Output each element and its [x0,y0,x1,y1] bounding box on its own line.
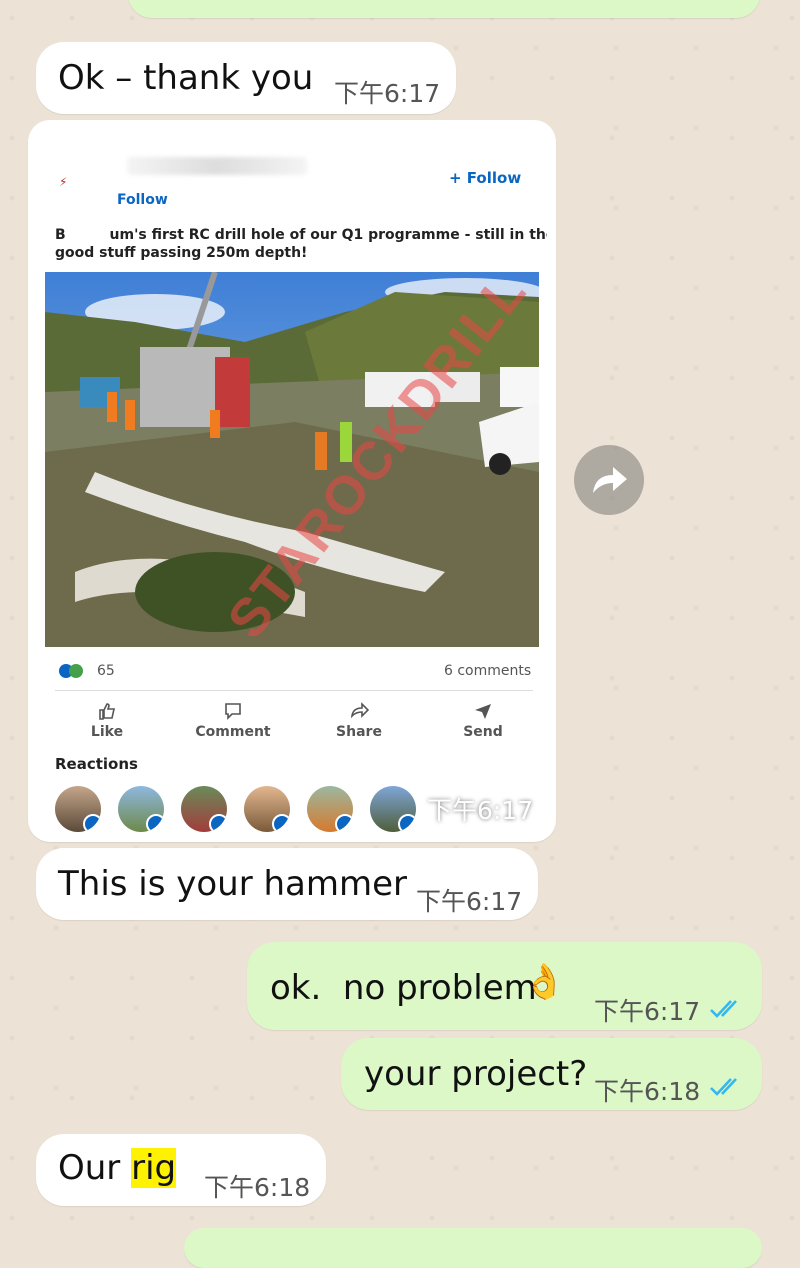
forward-arrow-icon [593,467,627,493]
thumbs-up-icon [99,703,115,720]
outgoing-message-bubble[interactable]: your project? 下午6:18 [341,1038,762,1110]
message-text-part: Our [58,1148,132,1188]
comment-button[interactable]: Comment [193,702,273,740]
next-message-bubble[interactable] [184,1228,762,1268]
message-time: 下午6:18 [594,1077,701,1106]
ok-hand-emoji: 👌 [523,962,566,1002]
share-button[interactable]: Share [319,702,399,740]
image-message-time: 下午6:17 [427,796,534,825]
message-text: This is your hammer [58,864,408,904]
like-label: Like [90,724,124,740]
reactor-avatar[interactable] [55,786,101,832]
forward-button[interactable] [574,445,644,515]
company-logo: ⚡ [59,175,68,189]
follow-button[interactable]: + Follow [449,169,521,187]
actions-divider [55,690,533,691]
incoming-message-bubble[interactable]: Ok – thank you 下午6:17 [36,42,456,114]
message-text: ok. no problem [270,968,537,1008]
highlighted-word: rig [131,1148,177,1188]
linkedin-post-screenshot[interactable]: ⚡ Follow + Follow B um's first RC drill … [37,137,547,837]
send-button[interactable]: Send [443,702,523,740]
message-text: your project? [364,1054,588,1094]
share-arrow-icon [350,702,369,719]
read-ticks-icon [710,1000,737,1018]
comments-count[interactable]: 6 comments [444,663,531,679]
message-text: Ok – thank you [58,58,314,98]
send-label: Send [463,724,503,740]
reaction-icons [59,664,91,680]
reactor-avatar[interactable] [118,786,164,832]
message-time: 下午6:17 [416,887,523,916]
reactions-heading: Reactions [55,755,138,773]
incoming-message-bubble[interactable]: This is your hammer 下午6:17 [36,848,538,920]
previous-message-bubble[interactable] [128,0,760,18]
like-button[interactable]: Like [67,702,147,740]
message-time: 下午6:17 [334,79,441,108]
message-text: Our rig [58,1148,177,1188]
post-text-line-2: good stuff passing 250m depth! [55,245,308,261]
share-label: Share [336,724,382,740]
comment-icon [225,703,241,720]
reactor-avatar[interactable] [244,786,290,832]
reactor-avatar[interactable] [370,786,416,832]
send-icon [475,704,491,719]
outgoing-message-bubble[interactable]: ok. no problem 👌 下午6:17 [247,942,762,1030]
message-time: 下午6:17 [594,997,701,1026]
comment-label: Comment [195,724,271,740]
reactor-avatar[interactable] [307,786,353,832]
reactor-avatar[interactable] [181,786,227,832]
read-ticks-icon [710,1078,737,1096]
message-time: 下午6:18 [204,1173,311,1202]
incoming-message-bubble[interactable]: Our rig 下午6:18 [36,1134,326,1206]
company-name-blurred [127,157,307,175]
company-follow-link[interactable]: Follow [117,192,168,208]
reaction-count[interactable]: 65 [97,663,115,679]
post-text-line-1: B um's first RC drill hole of our Q1 pro… [55,227,547,243]
